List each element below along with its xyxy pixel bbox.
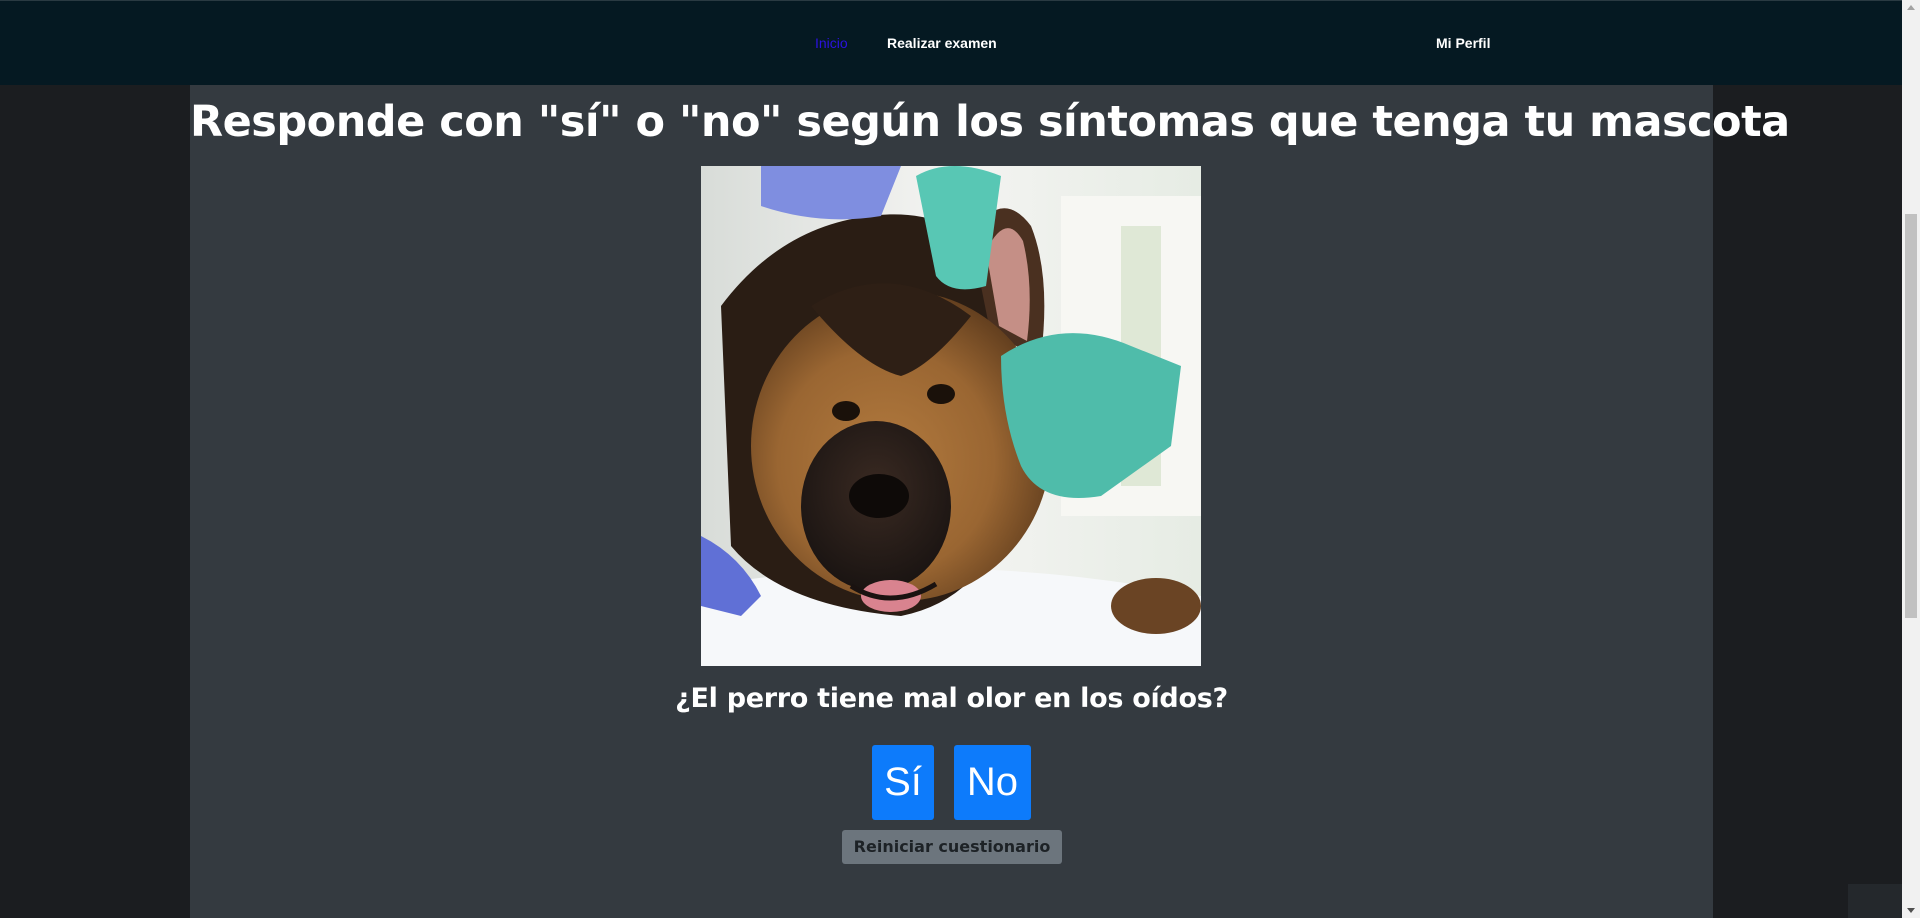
- top-navbar: Inicio Realizar examen Mi Perfil: [0, 0, 1902, 85]
- dog-illustration: [701, 166, 1201, 666]
- no-button[interactable]: No: [954, 745, 1031, 820]
- scroll-down-arrow-icon[interactable]: [1907, 908, 1915, 913]
- nav-link-mi-perfil[interactable]: Mi Perfil: [1436, 35, 1490, 51]
- dog-photo: [701, 166, 1201, 666]
- scrollbar-thumb[interactable]: [1905, 214, 1917, 618]
- vertical-scrollbar[interactable]: [1902, 0, 1920, 918]
- nav-link-realizar-examen[interactable]: Realizar examen: [887, 35, 997, 51]
- nav-link-inicio[interactable]: Inicio: [815, 35, 848, 51]
- corner-widget: [1848, 884, 1902, 918]
- question-text: ¿El perro tiene mal olor en los oídos?: [675, 683, 1228, 714]
- page-title: Responde con "sí" o "no" según los sínto…: [190, 97, 1790, 147]
- yes-button[interactable]: Sí: [872, 745, 934, 820]
- reset-quiz-button[interactable]: Reiniciar cuestionario: [842, 830, 1062, 864]
- quiz-container: Responde con "sí" o "no" según los sínto…: [190, 85, 1790, 918]
- scroll-up-arrow-icon[interactable]: [1907, 5, 1915, 10]
